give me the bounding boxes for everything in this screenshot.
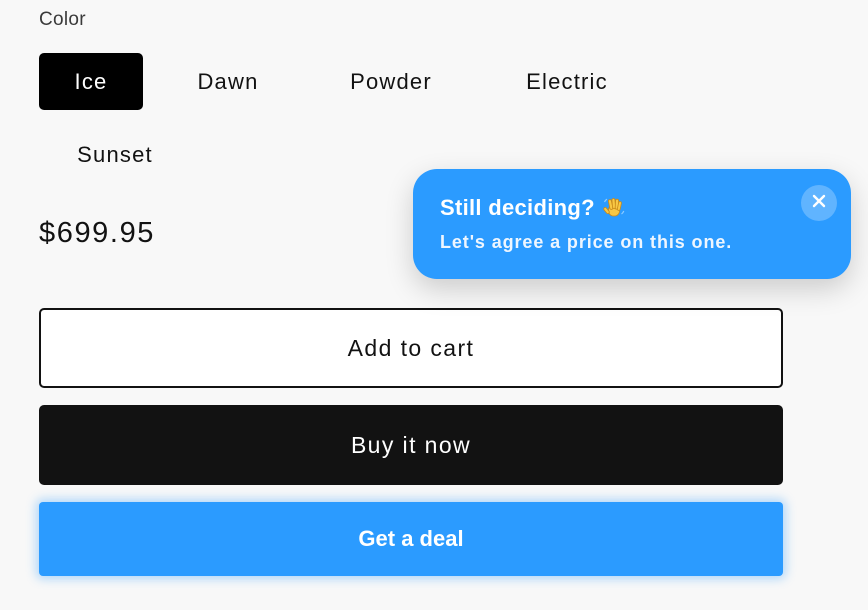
waving-hand-icon — [602, 196, 626, 220]
popup-message: Let's agree a price on this one. — [440, 232, 733, 252]
color-option-electric[interactable]: Electric — [489, 53, 645, 110]
color-option-label: Powder — [350, 68, 432, 94]
color-label: Color — [39, 9, 86, 30]
popup-title-text: Still deciding? — [440, 195, 595, 220]
color-option-label: Electric — [526, 68, 608, 94]
get-deal-button[interactable]: Get a deal — [39, 502, 783, 576]
product-price: $699.95 — [39, 217, 156, 249]
add-to-cart-label: Add to cart — [347, 334, 475, 361]
color-option-label: Sunset — [77, 141, 153, 167]
add-to-cart-button[interactable]: Add to cart — [39, 308, 783, 388]
color-option-powder[interactable]: Powder — [313, 53, 469, 110]
buy-now-button[interactable]: Buy it now — [39, 405, 783, 485]
color-option-label: Ice — [74, 68, 108, 94]
color-option-ice[interactable]: Ice — [39, 53, 143, 110]
popup-title: Still deciding? — [440, 195, 626, 221]
color-option-dawn[interactable]: Dawn — [163, 53, 293, 110]
close-icon — [812, 194, 826, 213]
deal-popup[interactable]: Still deciding? Let's agree a price on t… — [413, 169, 851, 279]
buy-now-label: Buy it now — [350, 431, 472, 458]
get-deal-label: Get a deal — [358, 526, 464, 551]
popup-close-button[interactable] — [801, 185, 837, 221]
color-option-label: Dawn — [197, 68, 259, 94]
color-option-sunset[interactable]: Sunset — [39, 126, 191, 183]
